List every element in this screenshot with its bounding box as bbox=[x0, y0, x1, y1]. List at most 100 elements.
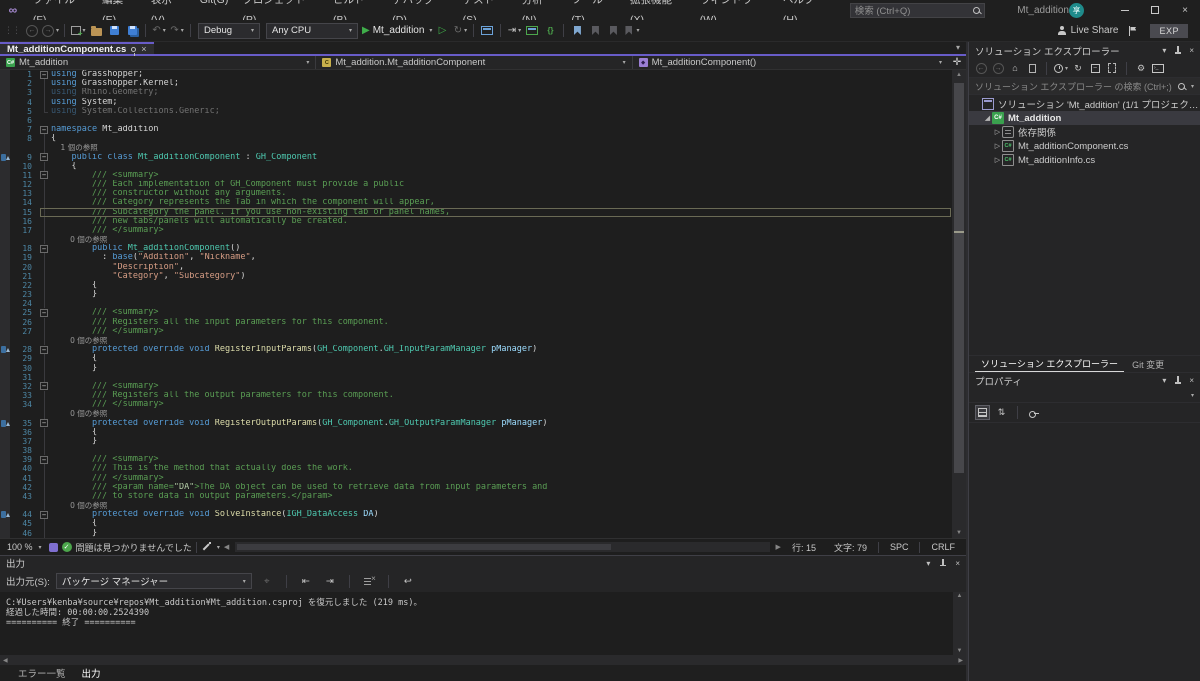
tree-item[interactable]: ▷ C# Mt_additionComponent.cs bbox=[969, 139, 1200, 153]
find-message-icon[interactable]: ⌖ bbox=[259, 572, 275, 590]
code-line-5[interactable]: 5 using System.Collections.Generic; bbox=[0, 106, 952, 116]
split-window-icon[interactable]: ✛ bbox=[948, 56, 966, 69]
code-line-15[interactable]: 15 /// Subcategory the panel. If you use… bbox=[0, 207, 952, 217]
properties-window-menu-icon[interactable]: ▾ bbox=[1162, 376, 1166, 385]
glyph-margin[interactable] bbox=[0, 244, 10, 254]
experimental-instance-badge[interactable]: EXP bbox=[1150, 23, 1188, 38]
fold-toggle-icon[interactable]: − bbox=[38, 419, 51, 428]
line-ending-indicator[interactable]: CRLF bbox=[924, 542, 962, 552]
glyph-margin[interactable] bbox=[0, 391, 10, 401]
code-line-17[interactable]: 17 /// </summary> bbox=[0, 225, 952, 236]
code-line-44[interactable]: 44− protected override void SolveInstanc… bbox=[0, 510, 952, 520]
code-line-12[interactable]: 12 /// Each implementation of GH_Compone… bbox=[0, 180, 952, 190]
fold-toggle-icon[interactable]: − bbox=[38, 125, 51, 134]
expander-icon[interactable]: ▷ bbox=[993, 142, 1002, 150]
output-pin-icon[interactable] bbox=[939, 558, 946, 568]
quick-search-box[interactable]: 検索 (Ctrl+Q) bbox=[849, 2, 986, 18]
code-cleanup-caret[interactable]: ▾ bbox=[217, 544, 220, 551]
side-tab[interactable]: ソリューション エクスプローラー bbox=[975, 356, 1125, 372]
zoom-select[interactable]: 100 % ▾ bbox=[4, 542, 45, 552]
code-line-32[interactable]: 32− /// <summary> bbox=[0, 381, 952, 392]
navigate-back-icon[interactable]: ← bbox=[24, 22, 40, 40]
expander-icon[interactable]: ▷ bbox=[993, 156, 1002, 164]
type-dropdown[interactable]: C Mt_addition.Mt_additionComponent ▾ bbox=[316, 56, 633, 69]
code-line-20[interactable]: 20 "Description", bbox=[0, 262, 952, 272]
glyph-margin[interactable] bbox=[0, 372, 10, 382]
fold-toggle-icon[interactable]: − bbox=[38, 382, 51, 391]
glyph-margin[interactable] bbox=[0, 436, 10, 447]
code-line-26[interactable]: 26 /// Registers all the input parameter… bbox=[0, 317, 952, 327]
glyph-margin[interactable] bbox=[0, 491, 10, 502]
glyph-margin[interactable] bbox=[0, 152, 10, 162]
fold-toggle-icon[interactable]: − bbox=[38, 455, 51, 464]
clear-all-icon[interactable] bbox=[361, 572, 377, 590]
code-line-13[interactable]: 13 /// constructor without any arguments… bbox=[0, 189, 952, 199]
code-line-39[interactable]: 39− /// <summary> bbox=[0, 455, 952, 465]
code-cleanup-icon[interactable] bbox=[201, 542, 211, 552]
fold-toggle-icon[interactable]: − bbox=[38, 70, 51, 79]
code-line-43[interactable]: 43 /// to store data in output parameter… bbox=[0, 491, 952, 502]
start-without-debugging-icon[interactable]: ▷ bbox=[434, 22, 450, 40]
undo-icon[interactable]: ↶ ▾ bbox=[151, 22, 167, 40]
glyph-margin[interactable] bbox=[0, 299, 10, 309]
output-log[interactable]: C:¥Users¥kenba¥source¥repos¥Mt_addition¥… bbox=[0, 592, 953, 655]
codelens-row[interactable]: 0 個の参照 bbox=[0, 235, 952, 245]
glyph-margin[interactable] bbox=[0, 354, 10, 364]
expander-icon[interactable]: ◢ bbox=[983, 114, 992, 122]
code-line-2[interactable]: 2 using Grasshopper.Kernel; bbox=[0, 79, 952, 89]
se-search-options-caret[interactable]: ▾ bbox=[1191, 83, 1194, 90]
se-switch-views-icon[interactable] bbox=[1025, 61, 1039, 76]
se-window-menu-icon[interactable]: ▾ bbox=[1162, 46, 1166, 55]
glyph-margin[interactable] bbox=[0, 280, 10, 291]
editor-horizontal-scrollbar[interactable] bbox=[235, 542, 770, 552]
glyph-margin[interactable] bbox=[0, 345, 10, 355]
close-tab-icon[interactable]: × bbox=[141, 44, 146, 54]
se-forward-icon[interactable]: → bbox=[991, 61, 1005, 76]
hot-reload-icon[interactable]: ↻ ▾ bbox=[452, 22, 468, 40]
glyph-margin[interactable] bbox=[0, 528, 10, 538]
glyph-margin[interactable] bbox=[0, 482, 10, 492]
glyph-margin[interactable] bbox=[0, 271, 10, 281]
glyph-margin[interactable] bbox=[0, 170, 10, 181]
glyph-margin[interactable] bbox=[0, 381, 10, 392]
code-line-21[interactable]: 21 "Category", "Subcategory") bbox=[0, 271, 952, 282]
navigate-forward-icon[interactable]: → ▾ bbox=[42, 22, 59, 40]
bookmark-icon[interactable] bbox=[569, 22, 585, 40]
pin-tab-icon[interactable] bbox=[131, 46, 137, 56]
glyph-margin[interactable] bbox=[0, 418, 10, 428]
properties-pin-icon[interactable] bbox=[1174, 376, 1181, 385]
glyph-margin[interactable] bbox=[0, 189, 10, 199]
code-line-24[interactable]: 24 bbox=[0, 299, 952, 309]
live-share-button[interactable]: Live Share bbox=[1057, 22, 1118, 40]
code-line-37[interactable]: 37 } bbox=[0, 436, 952, 447]
code-line-38[interactable]: 38 bbox=[0, 446, 952, 456]
output-source-select[interactable]: パッケージ マネージャー ▾ bbox=[55, 573, 252, 589]
glyph-margin[interactable] bbox=[0, 464, 10, 474]
next-bookmark-icon[interactable] bbox=[605, 22, 621, 40]
categorize-icon[interactable] bbox=[975, 405, 990, 420]
output-vertical-scrollbar[interactable]: ▲ ▼ bbox=[953, 592, 966, 655]
platform-select[interactable]: Any CPU ▾ bbox=[266, 22, 359, 39]
fold-toggle-icon[interactable]: − bbox=[38, 153, 51, 162]
se-back-icon[interactable]: ← bbox=[974, 61, 988, 76]
glyph-margin[interactable] bbox=[0, 326, 10, 336]
next-message-icon[interactable]: ⇥ bbox=[322, 572, 338, 590]
close-button[interactable]: × bbox=[1170, 0, 1200, 20]
code-line-29[interactable]: 29 { bbox=[0, 354, 952, 364]
glyph-margin[interactable] bbox=[0, 125, 10, 135]
tree-item[interactable]: ▷ C# Mt_additionInfo.cs bbox=[969, 153, 1200, 167]
fold-toggle-icon[interactable]: − bbox=[38, 308, 51, 317]
output-window-menu-icon[interactable]: ▾ bbox=[926, 559, 930, 568]
project-dropdown[interactable]: C# Mt_addition ▾ bbox=[0, 56, 317, 69]
glyph-margin[interactable] bbox=[0, 427, 10, 437]
code-line-23[interactable]: 23 } bbox=[0, 290, 952, 300]
glyph-margin[interactable] bbox=[0, 106, 10, 116]
se-home-icon[interactable]: ⌂ bbox=[1008, 61, 1022, 76]
codelens-row[interactable]: 0 個の参照 bbox=[0, 335, 952, 346]
previous-message-icon[interactable]: ⇤ bbox=[298, 572, 314, 590]
fold-toggle-icon[interactable]: − bbox=[38, 244, 51, 253]
code-line-9[interactable]: 9− public class Mt_additionComponent : G… bbox=[0, 152, 952, 162]
expander-icon[interactable]: ▷ bbox=[993, 128, 1002, 136]
code-line-6[interactable]: 6 bbox=[0, 115, 952, 126]
glyph-margin[interactable] bbox=[0, 207, 10, 217]
